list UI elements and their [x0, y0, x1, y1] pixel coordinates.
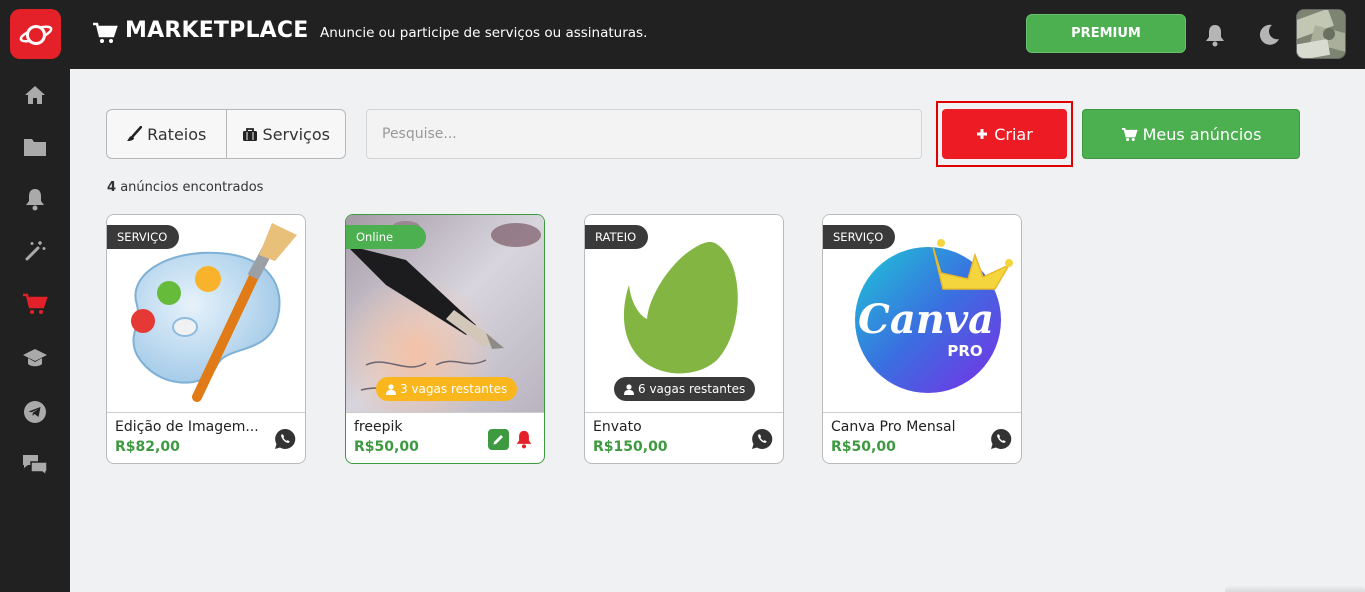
- bell-icon: [516, 430, 532, 449]
- vacancies-text: 3 vagas restantes: [400, 382, 508, 396]
- results-count: 4 anúncios encontrados: [107, 180, 263, 195]
- sidebar-item-magic[interactable]: [20, 236, 50, 266]
- card-divider: [585, 412, 783, 413]
- results-count-text: anúncios encontrados: [120, 180, 264, 195]
- home-icon: [25, 86, 45, 104]
- search-input[interactable]: [366, 109, 922, 159]
- user-icon: [624, 383, 634, 395]
- vacancies-text: 6 vagas restantes: [638, 382, 746, 396]
- whatsapp-icon: [275, 428, 296, 449]
- cart-icon: [23, 293, 48, 314]
- page-title: MARKETPLACE: [125, 18, 309, 43]
- listing-card[interactable]: SERVIÇO Edição de Imagem... R$82,00: [106, 214, 306, 464]
- sidebar-item-courses[interactable]: [20, 343, 50, 373]
- folder-icon: [24, 139, 46, 156]
- bell-icon: [1206, 25, 1224, 47]
- create-label: Criar: [994, 124, 1033, 144]
- plus-icon: [977, 129, 988, 139]
- notify-button[interactable]: [513, 428, 535, 450]
- sidebar: [0, 0, 70, 592]
- vacancies-badge: 3 vagas restantes: [376, 377, 518, 401]
- chat-icon: [23, 455, 48, 477]
- tab-servicos[interactable]: Serviços: [227, 110, 346, 158]
- dark-mode-toggle[interactable]: [1254, 20, 1284, 50]
- sidebar-item-folder[interactable]: [20, 132, 50, 162]
- category-tabs: Rateios Serviços: [106, 109, 346, 159]
- top-header: MARKETPLACE Anuncie ou participe de serv…: [70, 0, 1365, 69]
- listing-title: Envato: [593, 419, 642, 435]
- whatsapp-button[interactable]: [990, 428, 1012, 450]
- moon-icon: [1259, 24, 1279, 45]
- notifications-button[interactable]: [1200, 20, 1230, 50]
- listing-badge: Online: [346, 225, 426, 249]
- avatar-image: [1297, 10, 1345, 58]
- listing-card[interactable]: Online 3 vagas restantes freepik R$50,00: [345, 214, 545, 464]
- listing-price: R$50,00: [831, 439, 896, 455]
- create-button[interactable]: Criar: [942, 109, 1067, 159]
- tab-label: Serviços: [262, 124, 330, 144]
- listing-badge: RATEIO: [585, 225, 649, 249]
- whatsapp-button[interactable]: [274, 428, 296, 450]
- listing-title: freepik: [354, 419, 403, 435]
- bottom-shadow: [1225, 585, 1365, 592]
- premium-button[interactable]: PREMIUM: [1026, 14, 1186, 53]
- listing-card[interactable]: Canva PRO SERVIÇO Canva Pro Mensal R$50,…: [822, 214, 1022, 464]
- edit-button[interactable]: [488, 429, 509, 450]
- sidebar-item-home[interactable]: [20, 80, 50, 110]
- pencil-icon: [493, 435, 503, 445]
- paintbrush-icon: [127, 126, 143, 141]
- listing-title: Edição de Imagem...: [115, 419, 259, 435]
- listing-title: Canva Pro Mensal: [831, 419, 956, 435]
- cart-icon: [1121, 127, 1138, 141]
- briefcase-icon: [242, 127, 257, 141]
- my-ads-button[interactable]: Meus anúncios: [1082, 109, 1300, 159]
- whatsapp-icon: [752, 428, 773, 449]
- canva-pro-text: PRO: [947, 342, 982, 360]
- avatar[interactable]: [1296, 9, 1346, 59]
- vacancies-badge: 6 vagas restantes: [614, 377, 756, 401]
- page-subtitle: Anuncie ou participe de serviços ou assi…: [320, 25, 648, 41]
- tab-label: Rateios: [147, 124, 207, 144]
- planet-logo-icon: [19, 25, 52, 45]
- user-icon: [386, 383, 396, 395]
- magic-wand-icon: [25, 241, 46, 261]
- sidebar-item-notifications[interactable]: [20, 184, 50, 214]
- listing-price: R$82,00: [115, 439, 180, 455]
- tab-rateios[interactable]: Rateios: [107, 110, 227, 158]
- sidebar-item-marketplace[interactable]: [20, 289, 50, 319]
- whatsapp-icon: [991, 428, 1012, 449]
- results-count-number: 4: [107, 180, 117, 195]
- sidebar-item-telegram[interactable]: [20, 397, 50, 427]
- listing-badge: SERVIÇO: [823, 225, 896, 249]
- telegram-icon: [24, 401, 46, 423]
- app-logo[interactable]: [10, 9, 61, 59]
- card-divider: [823, 412, 1021, 413]
- listing-price: R$150,00: [593, 439, 668, 455]
- listing-badge: SERVIÇO: [107, 225, 180, 249]
- sidebar-item-chat[interactable]: [20, 450, 50, 480]
- bell-icon: [26, 189, 44, 211]
- listing-card[interactable]: RATEIO 6 vagas restantes Envato R$150,00: [584, 214, 784, 464]
- whatsapp-button[interactable]: [751, 428, 773, 450]
- cart-icon: [93, 22, 118, 43]
- listing-price: R$50,00: [354, 439, 419, 455]
- canva-logo-text: Canva: [858, 296, 994, 343]
- graduation-cap-icon: [23, 349, 47, 367]
- card-divider: [346, 412, 544, 413]
- card-divider: [107, 412, 305, 413]
- my-ads-label: Meus anúncios: [1142, 124, 1262, 144]
